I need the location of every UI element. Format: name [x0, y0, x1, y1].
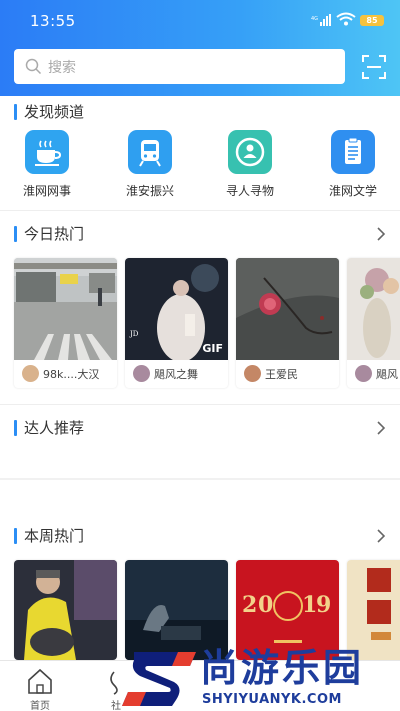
avatar — [244, 365, 261, 382]
card-meta: 98k....大汉 — [14, 360, 117, 388]
card-image — [14, 258, 117, 360]
coffee-cup-icon — [25, 130, 69, 174]
author-name: 98k....大汉 — [43, 368, 100, 381]
channel-huaiwang-wenxue[interactable]: 淮网文学 — [313, 130, 393, 200]
today-hot-cards: 98k....大汉 JD GIF 飓风之舞 王爱民 飓风 — [0, 258, 400, 390]
app-screen: 13:55 4G 85 搜索 发现频道 淮网网事 淮安振兴 寻人寻物 淮网文学 … — [0, 0, 400, 711]
channel-label: 淮网网事 — [22, 184, 71, 198]
channel-list: 淮网网事 淮安振兴 寻人寻物 淮网文学 — [0, 130, 400, 200]
avatar — [22, 365, 39, 382]
channel-label: 寻人寻物 — [225, 184, 274, 198]
chevron-right-icon[interactable] — [376, 420, 386, 436]
hot-card[interactable]: 飓风 — [347, 258, 400, 388]
signal-icon: 4G — [311, 14, 331, 26]
author-name: 飓风之舞 — [154, 368, 198, 381]
channel-xunren-xunwu[interactable]: 寻人寻物 — [210, 130, 290, 200]
experts-title: 达人推荐 — [24, 419, 85, 437]
search-icon — [25, 58, 42, 75]
week-hot-header[interactable]: 本周热门 — [14, 526, 386, 546]
card-meta: 飓风 — [347, 360, 400, 388]
person-search-icon — [228, 130, 272, 174]
card-image — [236, 258, 339, 360]
section-bar — [14, 420, 17, 436]
site-watermark: 尚游乐园 SHYIYUANYK.COM — [118, 644, 400, 711]
battery-icon: 85 — [360, 15, 384, 26]
section-bar — [14, 226, 17, 242]
chevron-right-icon[interactable] — [376, 528, 386, 544]
svg-text:2: 2 — [242, 592, 257, 618]
card-meta: 飓风之舞 — [125, 360, 228, 388]
channel-label: 淮网文学 — [328, 184, 377, 198]
status-time: 13:55 — [30, 12, 76, 30]
svg-text:4G: 4G — [311, 16, 318, 22]
card-image — [347, 258, 400, 360]
tab-home[interactable]: 首页 — [16, 667, 64, 711]
avatar — [355, 365, 372, 382]
section-divider — [0, 210, 400, 211]
author-name: 王爱民 — [265, 368, 298, 381]
search-input[interactable]: 搜索 — [14, 49, 345, 84]
hot-card[interactable]: JD GIF 飓风之舞 — [125, 258, 228, 388]
week-card[interactable] — [14, 560, 117, 660]
section-divider — [0, 404, 400, 405]
svg-text:JD: JD — [129, 330, 139, 338]
hot-card[interactable]: 98k....大汉 — [14, 258, 117, 388]
watermark-text: 尚游乐园 — [200, 646, 365, 690]
watermark-logo — [122, 652, 196, 706]
author-name: 飓风 — [376, 368, 398, 381]
channel-huaiwang-wangshi[interactable]: 淮网网事 — [7, 130, 87, 200]
today-hot-title: 今日热门 — [24, 225, 85, 243]
train-icon — [128, 130, 172, 174]
search-placeholder: 搜索 — [48, 60, 76, 76]
chevron-right-icon[interactable] — [376, 226, 386, 242]
home-icon — [28, 668, 52, 694]
hot-card[interactable]: 王爱民 — [236, 258, 339, 388]
section-bar — [14, 104, 17, 120]
discover-section-header: 发现频道 — [14, 102, 386, 122]
card-image — [14, 560, 117, 660]
scan-icon[interactable] — [362, 55, 386, 79]
channel-huaian-zhenxing[interactable]: 淮安振兴 — [110, 130, 190, 200]
svg-text:0: 0 — [258, 592, 273, 618]
avatar — [133, 365, 150, 382]
week-hot-title: 本周热门 — [24, 527, 85, 545]
section-divider — [0, 478, 400, 480]
tab-label: 首页 — [30, 701, 50, 711]
wifi-icon — [336, 12, 356, 26]
experts-header[interactable]: 达人推荐 — [14, 418, 386, 438]
channel-label: 淮安振兴 — [125, 184, 174, 198]
status-bar: 13:55 4G 85 — [0, 0, 400, 40]
card-meta: 王爱民 — [236, 360, 339, 388]
section-bar — [14, 528, 17, 544]
watermark-subtext: SHYIYUANYK.COM — [202, 692, 342, 707]
discover-title: 发现频道 — [24, 103, 85, 121]
svg-text:9: 9 — [316, 592, 331, 618]
document-icon — [331, 130, 375, 174]
gif-badge: GIF — [202, 342, 223, 355]
today-hot-header[interactable]: 今日热门 — [14, 224, 386, 244]
